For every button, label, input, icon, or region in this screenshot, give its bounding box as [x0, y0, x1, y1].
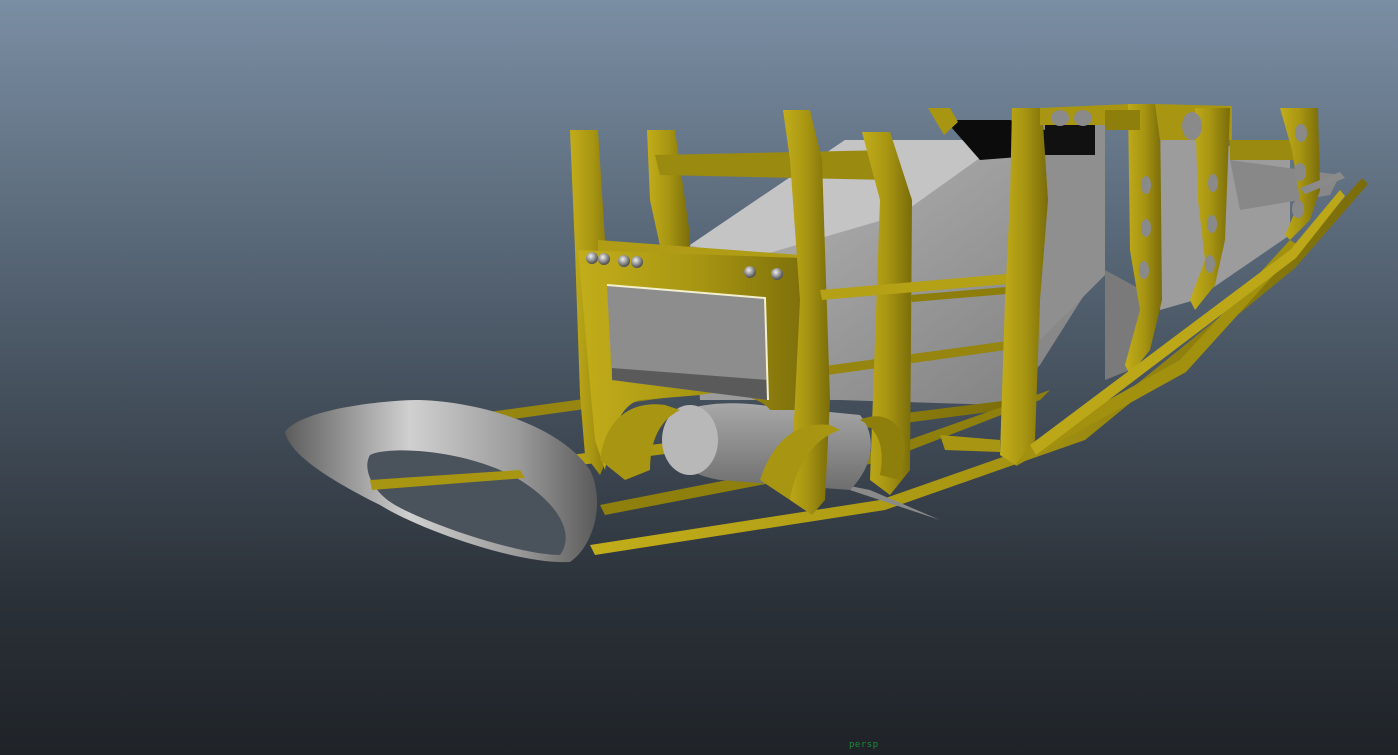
model-render[interactable] [0, 0, 1398, 755]
3d-viewport-persp[interactable]: persp [0, 0, 1398, 755]
camera-name-label: persp [849, 740, 879, 750]
front-air-scoop [285, 400, 598, 563]
